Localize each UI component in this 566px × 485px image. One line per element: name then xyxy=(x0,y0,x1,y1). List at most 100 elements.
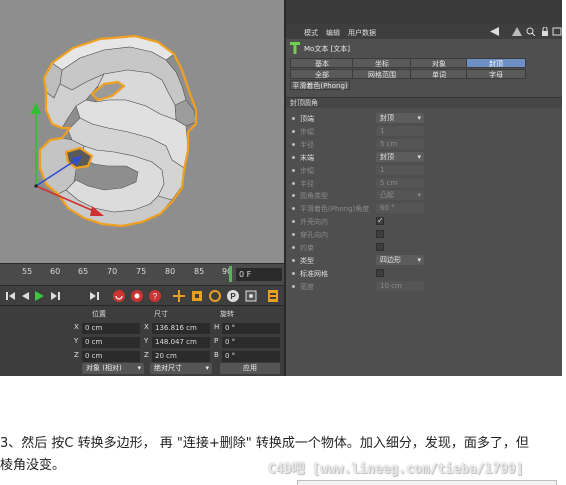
checkmark-icon: ✓ xyxy=(377,216,384,226)
position-x-field[interactable]: 0 cm xyxy=(82,323,140,334)
axis-label: Y xyxy=(74,337,79,345)
current-frame-field[interactable]: 0 F xyxy=(236,268,282,281)
animation-dot-icon[interactable] xyxy=(292,233,295,237)
tab-words[interactable]: 单词 xyxy=(410,69,468,79)
caption-line-2: 棱角没变。 xyxy=(0,458,66,473)
property-checkbox[interactable] xyxy=(376,268,384,277)
move-key-icon[interactable] xyxy=(172,289,186,303)
menu-mode[interactable]: 模式 xyxy=(304,28,318,38)
apply-button[interactable]: 应用 xyxy=(220,363,280,374)
tab-letters[interactable]: 字母 xyxy=(466,69,526,79)
property-row: 半径 5 cm xyxy=(292,138,492,150)
property-field[interactable]: 5 cm xyxy=(376,138,424,149)
record-keyframe-icon[interactable] xyxy=(112,289,126,303)
back-arrow-icon[interactable] xyxy=(490,27,500,36)
animation-dot-icon[interactable] xyxy=(292,194,295,198)
axis-label: B xyxy=(214,351,219,359)
coordinate-manager: 位置 尺寸 旋转 X 0 cm X 136.816 cm H 0 ° Y 0 c… xyxy=(0,305,284,376)
play-icon[interactable] xyxy=(32,289,46,303)
tab-phong[interactable]: 平滑着色(Phong) xyxy=(290,80,350,90)
playhead[interactable] xyxy=(229,266,232,282)
tab-all[interactable]: 全部 xyxy=(290,69,354,79)
animation-dot-icon[interactable] xyxy=(292,284,295,288)
property-checkbox[interactable] xyxy=(376,243,384,251)
tab-basic[interactable]: 基本 xyxy=(290,58,354,68)
animation-dot-icon[interactable] xyxy=(292,207,295,211)
property-field[interactable]: 1 xyxy=(376,125,424,136)
axis-label: Z xyxy=(74,351,79,359)
rotation-p-field[interactable]: 0 ° xyxy=(222,337,280,348)
tab-coord[interactable]: 坐标 xyxy=(352,58,412,68)
size-y-field[interactable]: 148.047 cm xyxy=(152,337,210,348)
animation-dot-icon[interactable] xyxy=(292,258,295,262)
property-field[interactable]: 60 ° xyxy=(376,203,424,214)
animation-dot-icon[interactable] xyxy=(292,168,295,172)
timeline-ruler[interactable]: 55 60 65 70 75 80 85 90 0 F xyxy=(0,263,284,285)
property-field[interactable]: 5 cm xyxy=(376,177,424,188)
axis-label: P xyxy=(214,337,219,345)
animation-dot-icon[interactable] xyxy=(292,181,295,185)
property-dropdown[interactable]: 封顶 ▾ xyxy=(376,113,424,123)
menu-edit[interactable]: 编辑 xyxy=(326,28,340,38)
animation-dot-icon[interactable] xyxy=(292,129,295,133)
tab-object[interactable]: 对象 xyxy=(410,58,468,68)
animation-dot-icon[interactable] xyxy=(292,117,295,120)
tab-caps[interactable]: 封顶 xyxy=(466,58,526,68)
property-field[interactable]: 1 xyxy=(376,164,424,175)
position-header: 位置 xyxy=(92,310,106,318)
animation-dot-icon[interactable] xyxy=(292,220,295,224)
animation-dot-icon[interactable] xyxy=(292,271,295,275)
tab-mesh-range[interactable]: 网格范围 xyxy=(352,69,412,79)
property-row: 标准网格 xyxy=(292,268,492,279)
animation-dot-icon[interactable] xyxy=(292,246,295,249)
animation-dot-icon[interactable] xyxy=(292,155,295,159)
size-z-field[interactable]: 20 cm xyxy=(152,351,210,362)
step-forward-icon[interactable] xyxy=(48,289,62,303)
param-key-icon[interactable]: P xyxy=(226,289,240,303)
svg-text:P: P xyxy=(230,292,236,301)
timeline-tick: 55 xyxy=(22,267,33,276)
search-icon[interactable] xyxy=(526,27,536,36)
coord-row-y: Y 0 cm Y 148.047 cm P 0 ° xyxy=(74,337,282,348)
property-dropdown[interactable]: 封顶 ▾ xyxy=(376,151,424,162)
property-checkbox[interactable]: ✓ xyxy=(376,216,384,226)
size-mode-dropdown[interactable]: 绝对尺寸 ▾ xyxy=(150,363,212,374)
rotation-h-field[interactable]: 0 ° xyxy=(222,323,280,334)
rotation-b-field[interactable]: 0 ° xyxy=(222,351,280,362)
3d-viewport[interactable] xyxy=(0,0,284,263)
animation-dot-icon[interactable] xyxy=(292,142,295,146)
property-checkbox[interactable] xyxy=(376,230,384,239)
property-row: 圆角类型 凸起 ▾ xyxy=(292,190,492,201)
go-to-end-icon[interactable] xyxy=(88,289,102,303)
auto-key-icon[interactable] xyxy=(130,289,144,303)
property-row: 末端 封顶 ▾ xyxy=(292,151,492,163)
menu-user-data[interactable]: 用户数据 xyxy=(348,28,376,38)
position-y-field[interactable]: 0 cm xyxy=(82,337,140,348)
step-back-icon[interactable] xyxy=(4,289,18,303)
property-dropdown[interactable]: 四边形 ▾ xyxy=(376,254,424,265)
coordinate-mode-dropdown[interactable]: 对象 (相对) ▾ xyxy=(82,363,144,374)
keyframe-selection-icon[interactable]: ? xyxy=(148,289,162,303)
new-window-icon[interactable] xyxy=(552,27,562,36)
chevron-down-icon: ▾ xyxy=(417,255,421,264)
property-label: 外壳向内 xyxy=(300,218,328,227)
timeline-window-icon[interactable] xyxy=(266,289,280,303)
scale-key-icon[interactable] xyxy=(190,289,204,303)
viewport-scene xyxy=(31,34,198,228)
point-level-icon[interactable] xyxy=(244,289,258,303)
property-value: 5 cm xyxy=(380,139,398,148)
rotation-header: 旋转 xyxy=(220,310,234,318)
size-x-field[interactable]: 136.816 cm xyxy=(152,323,210,334)
svg-text:?: ? xyxy=(153,292,158,301)
transport-bar: ? P xyxy=(0,285,284,305)
rotate-key-icon[interactable] xyxy=(208,289,222,303)
property-field[interactable]: 10 cm xyxy=(376,280,424,291)
play-reverse-icon[interactable] xyxy=(18,289,32,303)
up-arrow-icon[interactable] xyxy=(512,27,522,36)
lock-icon[interactable] xyxy=(540,27,550,36)
property-value: 10 cm xyxy=(380,281,402,290)
property-dropdown[interactable]: 凸起 ▾ xyxy=(376,190,424,201)
property-row: 约束 xyxy=(292,242,492,253)
chevron-down-icon: ▾ xyxy=(137,364,141,372)
position-z-field[interactable]: 0 cm xyxy=(82,351,140,362)
